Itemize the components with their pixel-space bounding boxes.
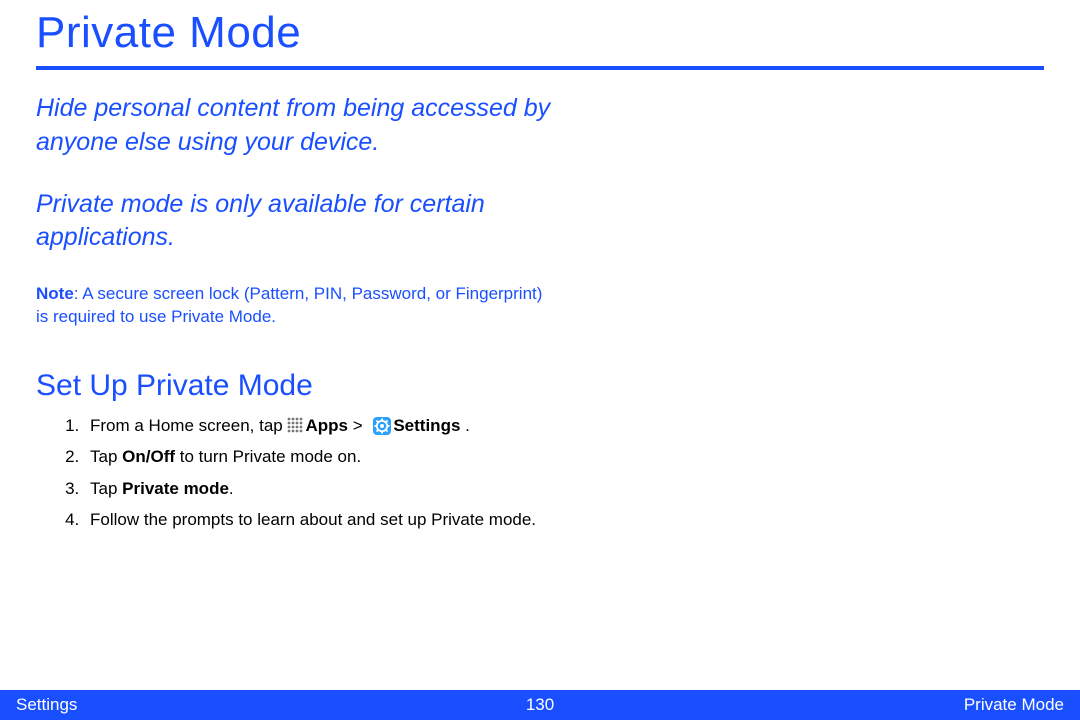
step-1-post: . [460, 416, 469, 435]
note-paragraph: Note: A secure screen lock (Pattern, PIN… [36, 283, 556, 329]
footer-topic-name: Private Mode [964, 695, 1064, 715]
step-2-post: to turn Private mode on. [175, 447, 361, 466]
step-2: Tap On/Off to turn Private mode on. [84, 444, 596, 470]
section-heading: Set Up Private Mode [36, 369, 1044, 403]
step-1-gt: > [348, 416, 367, 435]
step-1-settings-label: Settings [393, 416, 460, 435]
step-1-apps-label: Apps [305, 416, 348, 435]
footer-section-name: Settings [16, 695, 77, 715]
step-2-pre: Tap [90, 447, 122, 466]
step-1: From a Home screen, tap Apps > Settings … [84, 413, 596, 439]
step-3-pre: Tap [90, 479, 122, 498]
intro-paragraph-1: Hide personal content from being accesse… [36, 92, 556, 160]
step-2-bold: On/Off [122, 447, 175, 466]
document-page: Private Mode Hide personal content from … [0, 0, 1080, 720]
step-4: Follow the prompts to learn about and se… [84, 507, 596, 533]
note-text: : A secure screen lock (Pattern, PIN, Pa… [36, 284, 542, 326]
step-3: Tap Private mode. [84, 476, 596, 502]
step-3-bold: Private mode [122, 479, 229, 498]
page-title: Private Mode [36, 0, 1044, 70]
note-label: Note [36, 284, 74, 303]
step-3-post: . [229, 479, 234, 498]
page-footer: Settings 130 Private Mode [0, 690, 1080, 720]
footer-page-number: 130 [526, 695, 554, 715]
intro-paragraph-2: Private mode is only available for certa… [36, 188, 556, 256]
apps-grid-icon [287, 415, 303, 431]
steps-list: From a Home screen, tap Apps > Settings … [36, 413, 596, 533]
settings-gear-icon [373, 417, 391, 435]
step-1-pre: From a Home screen, tap [90, 416, 287, 435]
